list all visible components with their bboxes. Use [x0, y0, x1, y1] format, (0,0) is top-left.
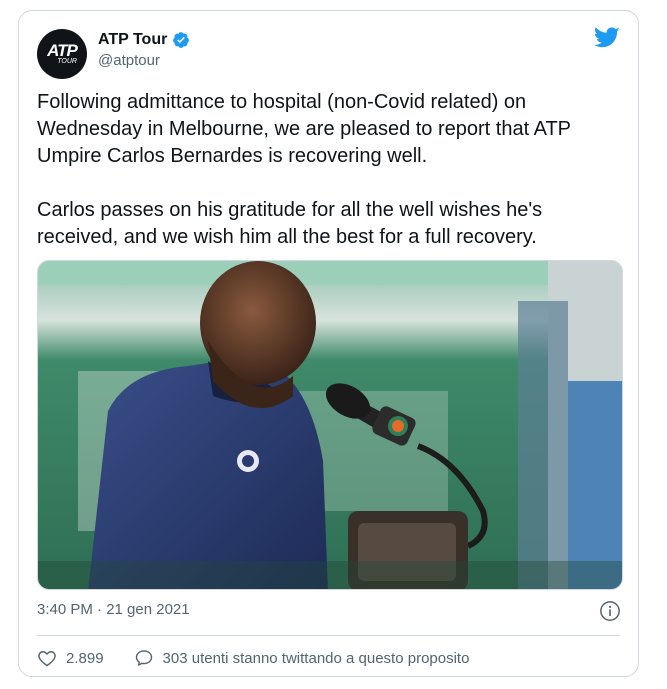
tweet-actions: 2.899 303 utenti stanno twittando a ques…	[37, 648, 469, 668]
verified-badge-icon	[173, 32, 190, 48]
divider	[37, 635, 620, 636]
tweet-card[interactable]: ATP TOUR ATP Tour @atptour Following adm…	[18, 10, 639, 677]
heart-icon	[38, 651, 56, 667]
conversation-text: 303 utenti stanno twittando a questo pro…	[162, 649, 470, 667]
author-display-name[interactable]: ATP Tour	[98, 31, 167, 49]
twitter-bird-icon[interactable]	[594, 27, 620, 49]
tweet-photo[interactable]	[37, 260, 623, 590]
tweet-paragraph: Carlos passes on his gratitude for all t…	[37, 199, 543, 248]
like-count: 2.899	[66, 649, 104, 667]
tweet-timestamp[interactable]: 3:40 PM · 21 gen 2021	[37, 601, 190, 618]
speech-bubble-icon	[135, 650, 152, 666]
tweet-text: Following admittance to hospital (non-Co…	[37, 89, 627, 251]
conversation-link[interactable]: 303 utenti stanno twittando a questo pro…	[134, 648, 470, 668]
tweet-paragraph: Following admittance to hospital (non-Co…	[37, 91, 571, 167]
author-handle[interactable]: @atptour	[98, 52, 190, 69]
avatar-logo-text: ATP	[47, 40, 78, 60]
avatar[interactable]: ATP TOUR	[37, 29, 87, 79]
author-block[interactable]: ATP Tour @atptour	[98, 31, 190, 69]
info-icon[interactable]	[599, 600, 621, 622]
like-button[interactable]: 2.899	[37, 648, 104, 668]
umpire-photo	[38, 261, 622, 589]
avatar-logo-subtext: TOUR	[57, 57, 77, 65]
